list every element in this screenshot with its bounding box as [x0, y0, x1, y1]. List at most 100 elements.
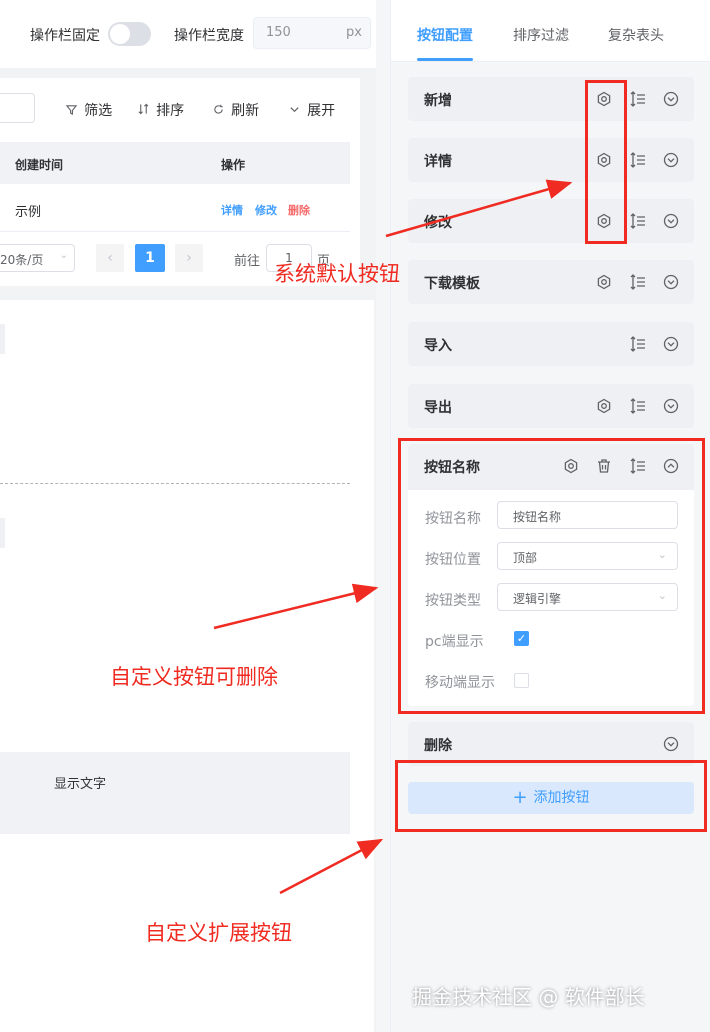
- button-type-label: 按钮类型: [425, 593, 481, 609]
- operation-bar-settings: 操作栏固定 操作栏宽度 150 px: [0, 0, 376, 68]
- width-label: 操作栏宽度: [174, 28, 244, 44]
- chevron-down-circle-icon[interactable]: [661, 150, 681, 170]
- chevron-down-icon: ⌄: [657, 589, 667, 602]
- button-position-select[interactable]: 顶部 ⌄: [497, 542, 678, 570]
- chevron-down-icon: ⌄: [59, 250, 68, 261]
- pc-display-checkbox[interactable]: ✓: [514, 631, 529, 646]
- button-position-value: 顶部: [513, 551, 538, 565]
- sort-button[interactable]: 排序: [138, 100, 184, 120]
- plus-icon: +: [512, 787, 528, 808]
- sort-lines-icon[interactable]: [628, 89, 648, 109]
- settings-icon[interactable]: [594, 150, 614, 170]
- tab-button-config[interactable]: 按钮配置: [417, 25, 473, 45]
- refresh-label: 刷新: [231, 103, 260, 119]
- refresh-button[interactable]: 刷新: [213, 100, 259, 120]
- settings-icon[interactable]: [594, 272, 614, 292]
- sort-lines-icon[interactable]: [628, 272, 648, 292]
- add-button-button[interactable]: + 添加按钮: [408, 782, 694, 814]
- sort-lines-icon[interactable]: [628, 334, 648, 354]
- chevron-down-circle-icon[interactable]: [661, 334, 681, 354]
- settings-icon[interactable]: [594, 211, 614, 231]
- button-card-title: 修改: [424, 215, 452, 231]
- next-page-button[interactable]: ›: [175, 244, 203, 272]
- settings-icon[interactable]: [594, 89, 614, 109]
- button-name-label: 按钮名称: [425, 511, 481, 527]
- column-header-created: 创建时间: [15, 158, 64, 172]
- page-unit: 页: [317, 254, 331, 269]
- button-card-import[interactable]: 导入: [408, 322, 694, 366]
- pagination: 20条/页 ⌄ ‹ 1 › 前往 1 页: [0, 244, 350, 274]
- text-block-label: 显示文字: [54, 777, 107, 792]
- config-panel: 按钮配置 排序过滤 复杂表头 新增 详情 修改 下载模板 导入 导出 按钮名称 …: [390, 0, 710, 1032]
- expand-button[interactable]: 展开: [289, 100, 335, 120]
- expand-label: 展开: [307, 103, 336, 119]
- button-card-add[interactable]: 新增: [408, 77, 694, 121]
- column-header-actions: 操作: [221, 158, 246, 172]
- goto-input[interactable]: 1: [266, 244, 312, 272]
- settings-icon[interactable]: [594, 396, 614, 416]
- sort-icon: [138, 103, 153, 119]
- button-card-delete[interactable]: 删除: [408, 722, 694, 766]
- chevron-down-icon: ⌄: [657, 548, 667, 561]
- button-card-title: 下载模板: [424, 276, 480, 292]
- button-card-export[interactable]: 导出: [408, 384, 694, 428]
- settings-icon[interactable]: [561, 456, 581, 476]
- tab-sort-filter[interactable]: 排序过滤: [513, 25, 569, 45]
- button-card-download-template[interactable]: 下载模板: [408, 260, 694, 304]
- fixed-label: 操作栏固定: [30, 28, 100, 44]
- cell-created: 示例: [15, 205, 42, 220]
- chevron-up-circle-icon[interactable]: [661, 456, 681, 476]
- table-header: 创建时间 操作: [0, 142, 350, 184]
- current-page[interactable]: 1: [135, 244, 165, 272]
- table-designer-area: 操作栏固定 操作栏宽度 150 px 筛选 排序 刷新 展开 创建时间 操作 示…: [0, 0, 376, 1032]
- chevron-down-circle-icon[interactable]: [661, 272, 681, 292]
- prev-page-button[interactable]: ‹: [96, 244, 124, 272]
- tab-complex-header[interactable]: 复杂表头: [608, 25, 664, 45]
- filter-button[interactable]: 筛选: [65, 100, 113, 120]
- button-card-title: 新增: [424, 93, 452, 109]
- width-unit: px: [346, 25, 362, 40]
- search-input[interactable]: [0, 93, 35, 123]
- sort-lines-icon[interactable]: [628, 456, 648, 476]
- page-size-value: 20条/页: [0, 253, 44, 267]
- sort-lines-icon[interactable]: [628, 150, 648, 170]
- refresh-icon: [213, 104, 228, 119]
- divider: [0, 483, 350, 484]
- sort-label: 排序: [156, 103, 185, 119]
- canvas-element-stub[interactable]: [0, 324, 5, 354]
- button-card-title: 导出: [424, 400, 452, 416]
- table-row: 示例 详情 修改 删除: [0, 184, 350, 232]
- table-preview: 筛选 排序 刷新 展开 创建时间 操作 示例 详情 修改 删除 20条/页 ⌄ …: [0, 78, 360, 286]
- chevron-down-circle-icon[interactable]: [661, 396, 681, 416]
- row-edit-link[interactable]: 修改: [255, 202, 277, 218]
- button-type-select[interactable]: 逻辑引擎 ⌄: [497, 583, 678, 611]
- custom-button-header[interactable]: 按钮名称: [408, 444, 694, 490]
- canvas-element-stub[interactable]: [0, 518, 5, 548]
- filter-icon: [65, 104, 81, 119]
- filter-label: 筛选: [84, 103, 113, 119]
- button-card-title: 详情: [424, 154, 452, 170]
- config-tabs: 按钮配置 排序过滤 复杂表头: [391, 0, 710, 62]
- row-delete-link[interactable]: 删除: [288, 202, 310, 218]
- sort-lines-icon[interactable]: [628, 211, 648, 231]
- button-card-edit[interactable]: 修改: [408, 199, 694, 243]
- width-input[interactable]: 150 px: [253, 17, 371, 49]
- row-detail-link[interactable]: 详情: [221, 202, 243, 218]
- button-name-input[interactable]: 按钮名称: [497, 501, 678, 529]
- chevron-down-circle-icon[interactable]: [661, 734, 681, 754]
- fixed-switch[interactable]: [108, 22, 151, 46]
- button-card-detail[interactable]: 详情: [408, 138, 694, 182]
- active-tab-indicator: [417, 58, 473, 61]
- design-canvas: 显示文字: [0, 300, 374, 1032]
- add-button-label: 添加按钮: [533, 790, 590, 806]
- button-type-value: 逻辑引擎: [513, 592, 562, 606]
- page-size-select[interactable]: 20条/页 ⌄: [0, 244, 75, 272]
- trash-icon[interactable]: [594, 456, 614, 476]
- pc-display-label: pc端显示: [425, 634, 484, 650]
- chevron-down-icon: [289, 104, 304, 119]
- chevron-down-circle-icon[interactable]: [661, 89, 681, 109]
- chevron-down-circle-icon[interactable]: [661, 211, 681, 231]
- text-block[interactable]: 显示文字: [0, 752, 350, 834]
- mobile-display-checkbox[interactable]: [514, 673, 529, 688]
- sort-lines-icon[interactable]: [628, 396, 648, 416]
